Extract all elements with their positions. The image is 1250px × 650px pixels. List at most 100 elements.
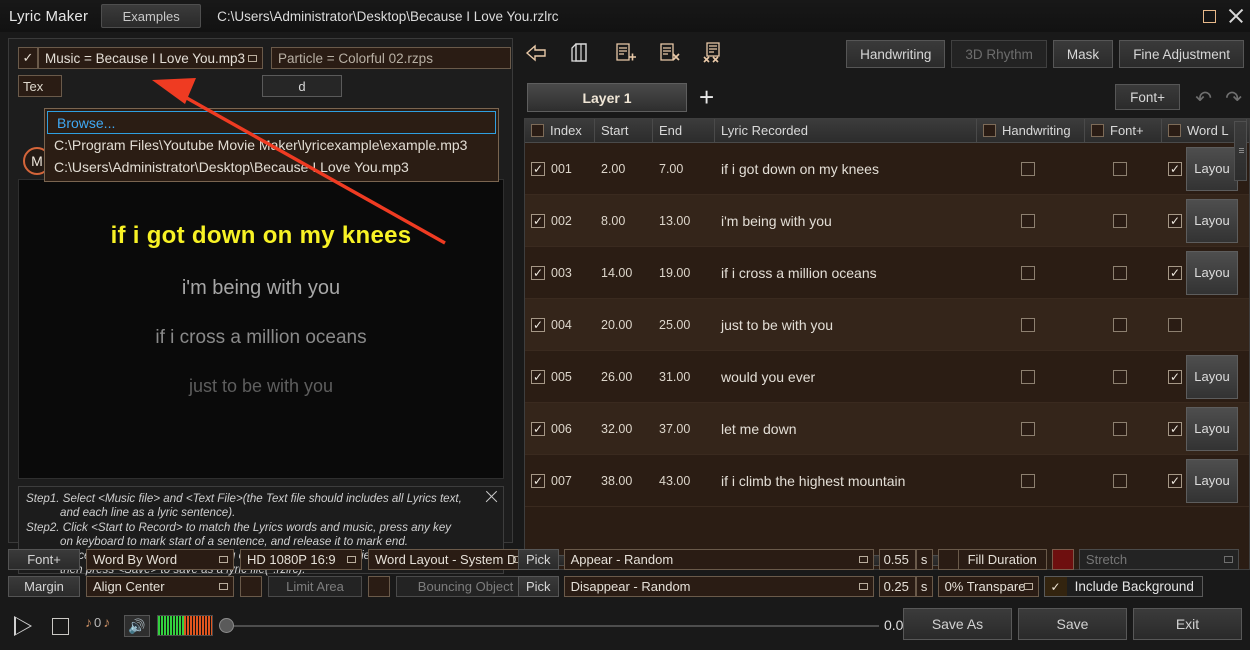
delete-line-icon[interactable]	[656, 40, 682, 66]
cell-word-layout[interactable]: ✓ Layou	[1162, 351, 1247, 403]
lyric-preview[interactable]: if i got down on my knees i'm being with…	[18, 179, 504, 479]
timeline-slider-knob[interactable]	[219, 618, 234, 633]
cell-lyric[interactable]: if i got down on my knees	[715, 143, 977, 195]
cell-handwriting[interactable]	[977, 247, 1085, 299]
save-as-button[interactable]: Save As	[903, 608, 1012, 640]
fine-adjustment-button[interactable]: Fine Adjustment	[1119, 40, 1244, 68]
stop-icon[interactable]	[52, 618, 69, 635]
cell-index[interactable]: ✓ 006	[525, 403, 595, 455]
table-row[interactable]: ✓ 003 14.00 19.00 if i cross a million ocean…	[525, 247, 1249, 299]
back-arrow-icon[interactable]	[524, 40, 550, 66]
row-wordlayout-checkbox[interactable]: ✓	[1168, 421, 1182, 436]
exit-button[interactable]: Exit	[1133, 608, 1242, 640]
row-fontplus-checkbox[interactable]	[1113, 317, 1127, 332]
table-row[interactable]: ✓ 005 26.00 31.00 would you ever ✓ Layou	[525, 351, 1249, 403]
header-index[interactable]: Index	[525, 119, 595, 143]
row-layout-button[interactable]: Layou	[1186, 146, 1238, 191]
row-fontplus-checkbox[interactable]	[1113, 213, 1127, 228]
cell-fontplus[interactable]	[1085, 455, 1162, 507]
row-fontplus-checkbox[interactable]	[1113, 369, 1127, 384]
cell-index[interactable]: ✓ 001	[525, 143, 595, 195]
start-record-button[interactable]: d	[262, 75, 342, 97]
cell-lyric[interactable]: if i climb the highest mountain	[715, 455, 977, 507]
cell-word-layout[interactable]: ✓ Layou	[1162, 403, 1247, 455]
header-lyric-recorded[interactable]: Lyric Recorded	[715, 119, 977, 143]
cell-index[interactable]: ✓ 002	[525, 195, 595, 247]
select-all-checkbox[interactable]	[531, 124, 544, 137]
row-wordlayout-checkbox[interactable]: ✓	[1168, 161, 1182, 176]
mask-button[interactable]: Mask	[1052, 40, 1114, 68]
cell-lyric[interactable]: let me down	[715, 403, 977, 455]
align-select[interactable]: Align Center	[86, 576, 234, 597]
row-enable-checkbox[interactable]: ✓	[531, 265, 545, 280]
cell-end[interactable]: 37.00	[653, 403, 715, 455]
cell-start[interactable]: 8.00	[595, 195, 653, 247]
row-wordlayout-checkbox[interactable]: ✓	[1168, 369, 1182, 384]
bouncing-object-button[interactable]: Bouncing Object	[396, 576, 535, 597]
open-file-icon[interactable]	[568, 40, 594, 66]
tab-examples[interactable]: Examples	[101, 4, 202, 28]
table-row[interactable]: ✓ 001 2.00 7.00 if i got down on my knees ✓ La…	[525, 143, 1249, 195]
margin-button[interactable]: Margin	[8, 576, 80, 597]
add-line-icon[interactable]	[612, 40, 638, 66]
fill-duration-checkbox[interactable]	[939, 550, 959, 569]
header-handwriting[interactable]: Handwriting	[977, 119, 1085, 143]
cell-start[interactable]: 2.00	[595, 143, 653, 195]
cell-lyric[interactable]: if i cross a million oceans	[715, 247, 977, 299]
dropdown-item-example[interactable]: C:\Program Files\Youtube Movie Maker\lyr…	[45, 134, 498, 156]
cell-start[interactable]: 26.00	[595, 351, 653, 403]
cell-index[interactable]: ✓ 004	[525, 299, 595, 351]
row-wordlayout-checkbox[interactable]: ✓	[1168, 213, 1182, 228]
row-wordlayout-checkbox[interactable]: ✓	[1168, 265, 1182, 280]
pick-appear-button[interactable]: Pick	[518, 549, 559, 570]
cell-end[interactable]: 19.00	[653, 247, 715, 299]
row-enable-checkbox[interactable]: ✓	[531, 161, 545, 176]
cell-fontplus[interactable]	[1085, 247, 1162, 299]
cell-handwriting[interactable]	[977, 403, 1085, 455]
cell-lyric[interactable]: would you ever	[715, 351, 977, 403]
include-background-checkbox[interactable]: ✓	[1044, 577, 1067, 596]
row-enable-checkbox[interactable]: ✓	[531, 421, 545, 436]
appear-duration-input[interactable]: 0.55	[878, 549, 916, 570]
maximize-icon[interactable]	[1203, 9, 1216, 23]
cell-word-layout[interactable]: ✓ Layou	[1162, 455, 1247, 507]
cell-fontplus[interactable]	[1085, 143, 1162, 195]
table-row[interactable]: ✓ 007 38.00 43.00 if i climb the highest mou…	[525, 455, 1249, 507]
cell-handwriting[interactable]	[977, 351, 1085, 403]
transparency-select[interactable]: 0% Transpare	[937, 576, 1039, 597]
cell-lyric[interactable]: i'm being with you	[715, 195, 977, 247]
cell-start[interactable]: 14.00	[595, 247, 653, 299]
cell-end[interactable]: 31.00	[653, 351, 715, 403]
limit-area-checkbox[interactable]	[240, 576, 262, 597]
row-layout-button[interactable]: Layou	[1186, 406, 1238, 451]
table-row[interactable]: ✓ 006 32.00 37.00 let me down ✓ Layou	[525, 403, 1249, 455]
color-swatch[interactable]	[1051, 549, 1074, 570]
loop-counter[interactable]: ♪ 0 ♪	[85, 614, 110, 630]
disappear-duration-input[interactable]: 0.25	[878, 576, 916, 597]
row-layout-button[interactable]: Layou	[1186, 198, 1238, 243]
cell-word-layout[interactable]	[1162, 299, 1247, 351]
header-end[interactable]: End	[653, 119, 715, 143]
close-help-icon[interactable]	[485, 490, 498, 503]
include-background-toggle[interactable]: ✓ Include Background	[1043, 576, 1203, 597]
cell-index[interactable]: ✓ 007	[525, 455, 595, 507]
row-enable-checkbox[interactable]: ✓	[531, 369, 545, 384]
dropdown-item-browse[interactable]: Browse...	[47, 111, 496, 134]
3d-rhythm-button[interactable]: 3D Rhythm	[951, 40, 1047, 68]
row-fontplus-checkbox[interactable]	[1113, 265, 1127, 280]
table-vertical-scrollbar[interactable]	[1234, 121, 1247, 181]
particle-file-combo[interactable]: Particle = Colorful 02.rzps	[271, 47, 511, 69]
row-layout-button[interactable]: Layou	[1186, 354, 1238, 399]
row-handwriting-checkbox[interactable]	[1021, 265, 1035, 280]
undo-icon[interactable]: ↶	[1195, 86, 1212, 111]
bouncing-object-checkbox[interactable]	[368, 576, 390, 597]
row-enable-checkbox[interactable]: ✓	[531, 317, 545, 332]
dropdown-item-because-i-love-you[interactable]: C:\Users\Administrator\Desktop\Because I…	[45, 156, 498, 178]
row-handwriting-checkbox[interactable]	[1021, 161, 1035, 176]
redo-icon[interactable]: ↷	[1225, 86, 1242, 111]
cell-fontplus[interactable]	[1085, 403, 1162, 455]
row-handwriting-checkbox[interactable]	[1021, 473, 1035, 488]
delete-all-lines-icon[interactable]	[700, 40, 726, 66]
handwriting-all-checkbox[interactable]	[983, 124, 996, 137]
cell-start[interactable]: 38.00	[595, 455, 653, 507]
